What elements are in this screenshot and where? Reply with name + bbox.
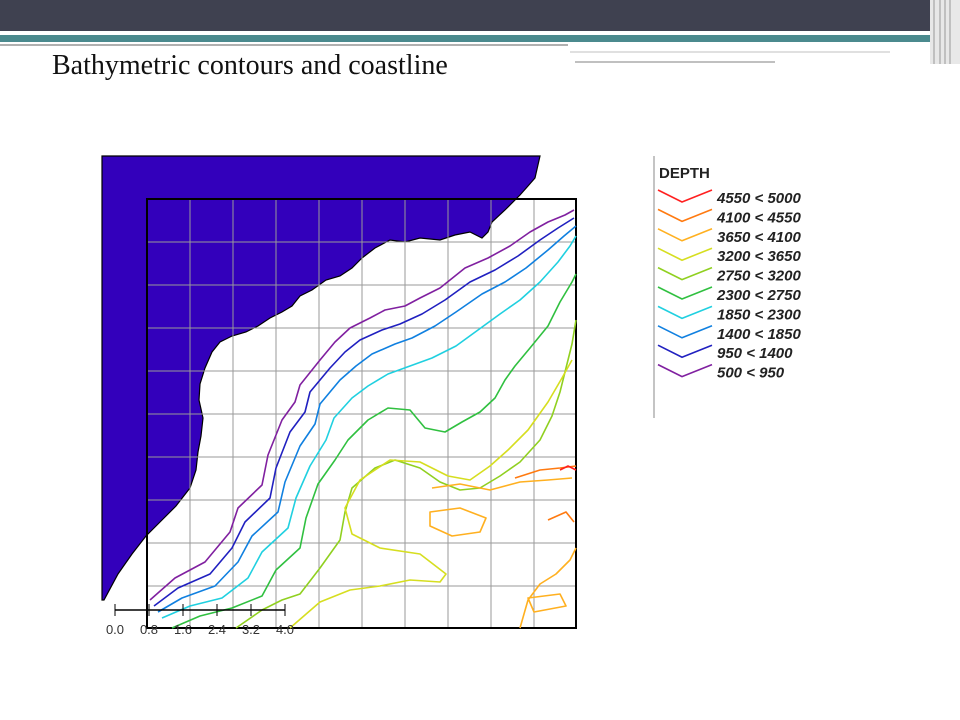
- legend-line-symbol: [657, 228, 713, 242]
- slide-title: Bathymetric contours and coastline: [52, 50, 448, 81]
- legend-item: 1850 < 2300: [657, 305, 801, 323]
- legend-line-symbol: [657, 344, 713, 359]
- legend-item: 950 < 1400: [657, 344, 793, 362]
- header-accent-stripe: [0, 35, 960, 42]
- legend-label: 2750 < 3200: [716, 268, 801, 285]
- contour-4100-4550: [514, 465, 577, 523]
- header-bar: [0, 0, 960, 31]
- legend-line-symbol: [657, 266, 713, 281]
- legend-label: 500 < 950: [717, 365, 785, 382]
- scale-tick-label: 0.8: [140, 622, 158, 637]
- depth-legend: DEPTH 4550 < 5000 4100 < 4550 3650 < 4100 3…: [653, 156, 801, 418]
- legend-line-symbol: [657, 189, 713, 203]
- legend-title: DEPTH: [659, 165, 710, 182]
- legend-item: 1400 < 1850: [657, 325, 801, 343]
- legend-label: 950 < 1400: [717, 345, 793, 362]
- legend-item: 4550 < 5000: [657, 189, 801, 207]
- scale-tick-label: 4.0: [276, 622, 294, 637]
- legend-item: 4100 < 4550: [657, 208, 801, 226]
- legend-label: 1850 < 2300: [717, 306, 801, 323]
- legend-line-symbol: [657, 208, 713, 223]
- legend-label: 4100 < 4550: [716, 209, 801, 226]
- scale-tick-label: 3.2: [242, 622, 260, 637]
- scale-tick-label: 0.0: [106, 622, 124, 637]
- legend-line-symbol: [657, 325, 713, 339]
- legend-label: 3200 < 3650: [717, 248, 801, 265]
- legend-line-symbol: [657, 363, 713, 378]
- legend-label: 2300 < 2750: [716, 287, 801, 304]
- scale-tick-label: 1.6: [174, 622, 192, 637]
- legend-label: 1400 < 1850: [717, 326, 801, 343]
- legend-line-symbol: [657, 286, 713, 300]
- contour-3200-3650: [289, 359, 573, 629]
- legend-item: 3200 < 3650: [657, 247, 801, 265]
- legend-item: 2750 < 3200: [657, 266, 801, 285]
- legend-label: 3650 < 4100: [717, 229, 801, 246]
- legend-label: 4550 < 5000: [716, 190, 801, 207]
- legend-line-symbol: [657, 247, 713, 262]
- legend-line-symbol: [657, 305, 713, 320]
- header-underline: [0, 44, 568, 46]
- legend-item: 3650 < 4100: [657, 228, 801, 246]
- scale-tick-label: 2.4: [208, 622, 226, 637]
- map-figure: 0.0 0.8 1.6 2.4 3.2 4.0 DEPTH 4550 < 500…: [0, 0, 960, 637]
- legend-item: 2300 < 2750: [657, 286, 801, 304]
- legend-item: 500 < 950: [657, 363, 785, 382]
